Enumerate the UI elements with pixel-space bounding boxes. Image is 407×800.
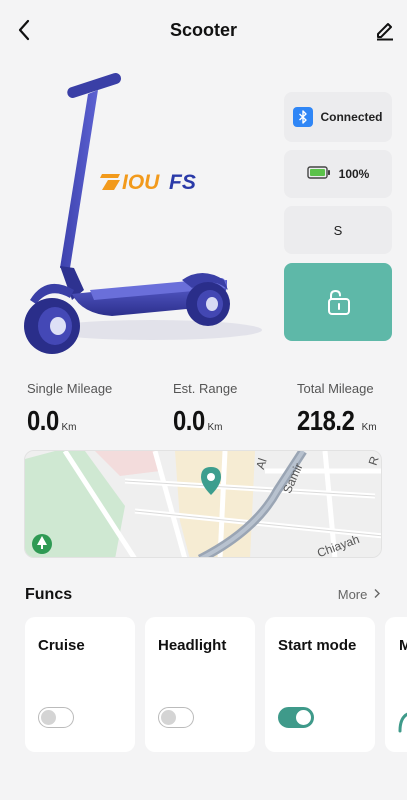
func-label: Start mode — [278, 637, 357, 654]
more-label: More — [337, 587, 368, 602]
scooter-illustration: IOU FS — [22, 68, 272, 368]
headlight-toggle[interactable] — [158, 707, 194, 728]
bluetooth-icon — [293, 107, 314, 127]
func-card-partial[interactable]: M — [385, 617, 407, 752]
stat-total-mileage: Total Mileage 218.2 Km — [297, 381, 377, 437]
funcs-section-title: Funcs — [25, 586, 73, 603]
stat-single-mileage: Single Mileage 0.0 Km — [27, 381, 112, 437]
lock-toggle-button[interactable] — [284, 263, 392, 341]
bluetooth-status-card[interactable]: Connected — [284, 92, 392, 142]
speed-mode-label: S — [333, 222, 343, 238]
bluetooth-status-label: Connected — [320, 110, 383, 124]
stat-label: Total Mileage — [297, 381, 374, 396]
speed-mode-button[interactable]: S — [284, 206, 392, 254]
more-link[interactable]: More — [338, 587, 381, 602]
brand-logo: IOU FS — [100, 171, 196, 194]
park-icon — [32, 534, 52, 554]
page-title: Scooter — [169, 20, 238, 40]
header-bar: Scooter — [0, 0, 407, 62]
stat-value: 0.0 — [27, 405, 59, 436]
brand-text-orange: IOU — [122, 171, 160, 194]
battery-icon — [306, 166, 331, 182]
gauge-icon — [398, 712, 407, 733]
stat-value: 218.2 — [297, 405, 355, 436]
stat-est-range: Est. Range 0.0 Km — [173, 381, 237, 437]
battery-percent-label: 100% — [338, 167, 370, 181]
func-label: Cruise — [38, 637, 85, 654]
stat-unit: Km — [207, 422, 223, 433]
cruise-toggle[interactable] — [38, 707, 74, 728]
func-card-cruise: Cruise — [25, 617, 135, 752]
stat-unit: Km — [61, 422, 77, 433]
func-label: M — [399, 637, 407, 654]
func-label: Headlight — [158, 637, 227, 654]
stat-label: Single Mileage — [27, 381, 113, 396]
func-card-start-mode: Start mode — [265, 617, 375, 752]
location-map[interactable]: Al Samir Chiayah R — [24, 450, 382, 558]
stat-label: Est. Range — [173, 381, 238, 396]
chevron-right-icon — [374, 589, 380, 598]
battery-status-card: 100% — [284, 150, 392, 198]
start-mode-toggle[interactable] — [278, 707, 314, 728]
brand-text-blue: FS — [169, 171, 196, 194]
stat-value: 0.0 — [173, 405, 205, 436]
edit-button[interactable] — [373, 18, 397, 42]
stat-unit: Km — [361, 422, 377, 433]
pencil-icon — [377, 23, 393, 41]
func-card-headlight: Headlight — [145, 617, 255, 752]
unlock-icon — [328, 289, 350, 315]
